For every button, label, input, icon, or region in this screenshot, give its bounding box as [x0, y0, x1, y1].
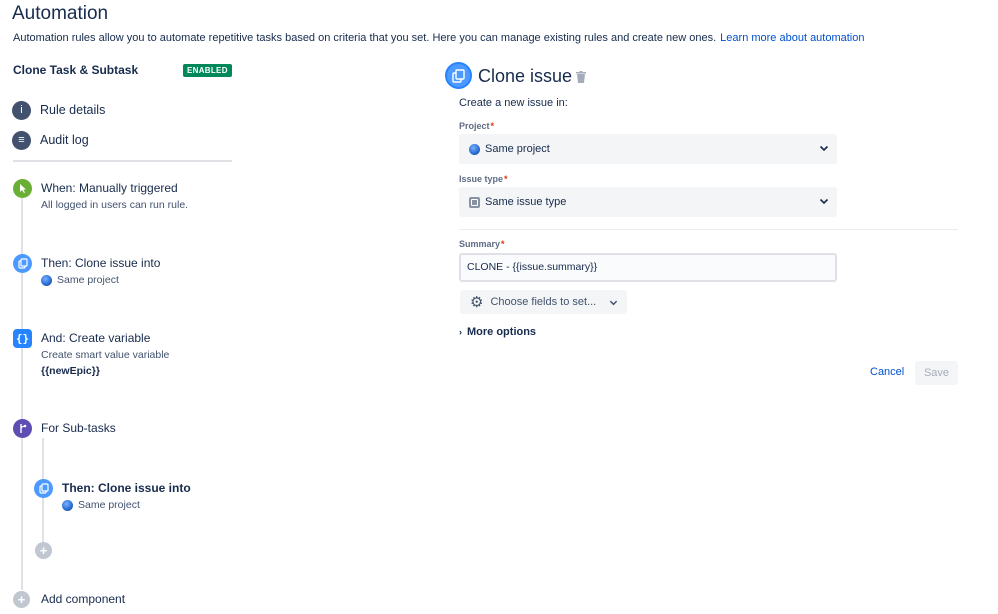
chevron-right-icon: › [459, 327, 462, 337]
step-trigger-title: When: Manually triggered [41, 181, 178, 195]
choose-fields-label: Choose fields to set... [490, 296, 597, 308]
step-variable-title: And: Create variable [41, 331, 151, 345]
nav-audit-log-label: Audit log [40, 133, 89, 147]
step-clone-2-sub: Same project [62, 499, 140, 511]
nav-rule-details[interactable]: i Rule details [12, 100, 105, 120]
list-icon: ≡ [12, 130, 31, 150]
required-mark: * [501, 239, 505, 249]
step-clone-2[interactable]: Then: Clone issue into Same project [34, 479, 234, 519]
step-clone-1-project: Same project [57, 274, 119, 286]
required-mark: * [504, 174, 508, 184]
section-divider [459, 229, 958, 230]
issue-type-label: Issue type* [459, 174, 508, 184]
clone-icon [13, 254, 32, 273]
step-clone-1-sub: Same project [41, 274, 119, 286]
project-select-value: Same project [485, 143, 550, 155]
cursor-icon [13, 179, 32, 198]
project-select[interactable]: Same project [459, 134, 837, 164]
step-branch-title: For Sub-tasks [41, 421, 116, 435]
page-description-text: Automation rules allow you to automate r… [13, 32, 717, 44]
learn-more-link[interactable]: Learn more about automation [720, 32, 864, 44]
info-icon: i [12, 100, 31, 120]
project-icon [62, 499, 73, 511]
plus-icon: + [13, 591, 30, 608]
page-description: Automation rules allow you to automate r… [13, 32, 865, 44]
more-options-label: More options [467, 326, 537, 338]
required-mark: * [490, 121, 495, 131]
page-title: Automation [12, 3, 109, 24]
step-clone-2-project: Same project [78, 499, 140, 511]
choose-fields-button[interactable]: ⚙ Choose fields to set... [460, 290, 627, 314]
project-icon [41, 274, 52, 286]
project-label-text: Project [459, 121, 490, 131]
step-clone-2-title: Then: Clone issue into [62, 481, 191, 495]
rule-name: Clone Task & Subtask [13, 63, 139, 77]
project-icon [469, 143, 480, 155]
create-label: Create a new issue in: [459, 97, 568, 109]
nav-rule-details-label: Rule details [40, 103, 106, 117]
editor-title: Clone issue [478, 66, 573, 86]
issue-type-icon [469, 196, 480, 208]
step-trigger-sub: All logged in users can run rule. [41, 199, 189, 211]
divider [13, 160, 232, 162]
trash-icon[interactable] [576, 71, 586, 83]
step-trigger[interactable]: When: Manually triggered All logged in u… [13, 179, 233, 219]
more-options-toggle[interactable]: › More options [459, 326, 536, 338]
gear-icon: ⚙ [470, 294, 484, 311]
braces-icon: {} [13, 329, 32, 348]
summary-label: Summary* [459, 239, 505, 249]
chevron-down-icon [819, 145, 829, 152]
summary-label-text: Summary [459, 239, 501, 249]
add-component-label: Add component [41, 592, 126, 606]
nav-audit-log[interactable]: ≡ Audit log [12, 130, 89, 150]
step-variable-name: {{newEpic}} [41, 365, 100, 377]
cancel-button[interactable]: Cancel [865, 363, 909, 381]
add-component-button[interactable]: + Add component [13, 590, 213, 610]
clone-icon [445, 62, 472, 89]
save-button[interactable]: Save [915, 361, 958, 385]
clone-icon [34, 479, 53, 498]
chevron-down-icon [610, 300, 618, 305]
project-label: Project* [459, 121, 494, 131]
status-badge: ENABLED [183, 64, 232, 77]
add-branch-component-button[interactable]: + [35, 542, 52, 559]
step-create-variable[interactable]: {} And: Create variable Create smart val… [13, 329, 233, 381]
step-clone-1[interactable]: Then: Clone issue into Same project [13, 254, 233, 294]
branch-icon [13, 419, 32, 438]
issue-type-select-value: Same issue type [485, 196, 567, 208]
summary-input[interactable]: CLONE - {{issue.summary}} [459, 253, 837, 282]
step-variable-sub: Create smart value variable [41, 349, 170, 361]
issue-type-select[interactable]: Same issue type [459, 187, 837, 217]
step-branch[interactable]: For Sub-tasks [13, 419, 233, 441]
issue-type-label-text: Issue type [459, 174, 504, 184]
chevron-down-icon [819, 198, 829, 205]
step-clone-1-title: Then: Clone issue into [41, 256, 161, 270]
